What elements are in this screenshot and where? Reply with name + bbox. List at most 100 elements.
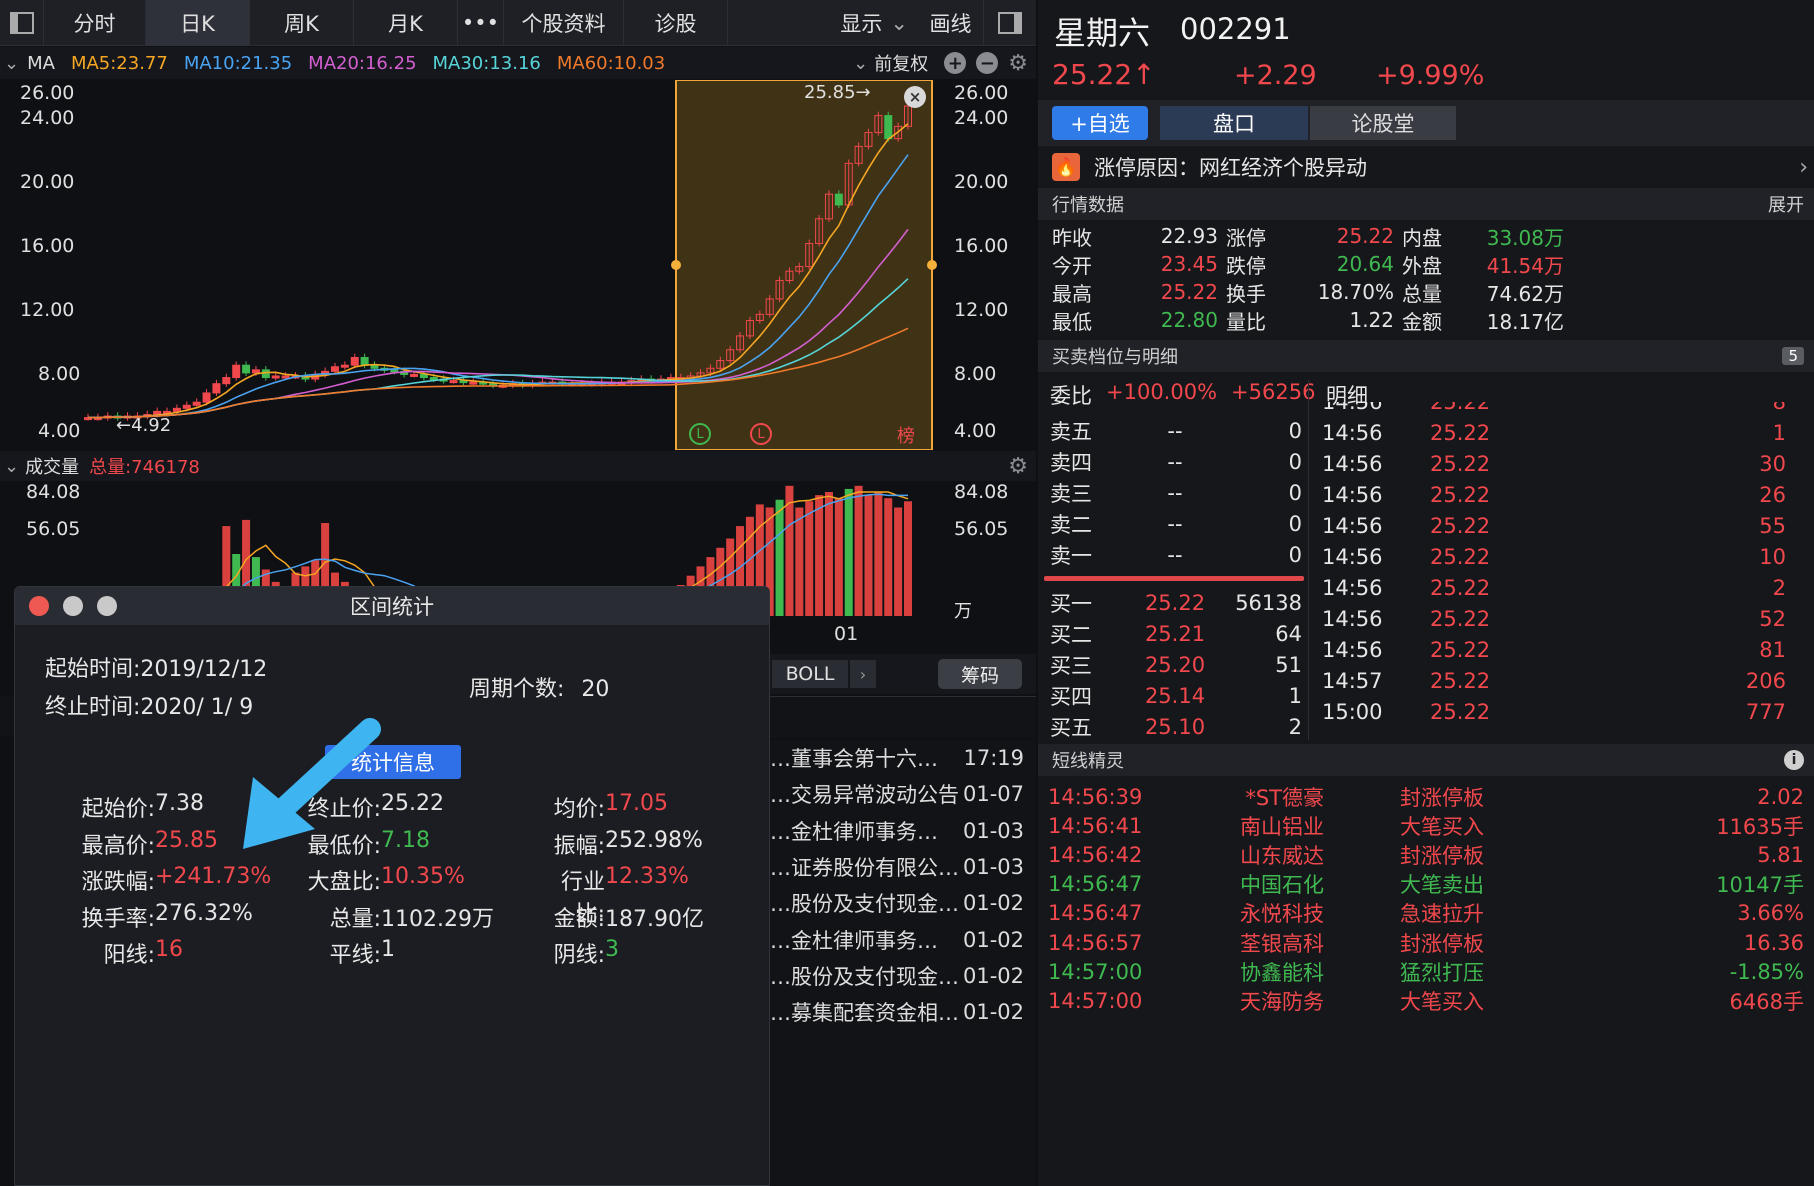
ma-title: MA <box>27 52 55 74</box>
expand-button[interactable]: 展开 <box>1768 191 1804 217</box>
tab-order-book[interactable]: 盘口 <box>1160 106 1308 140</box>
stat-label: 振幅: <box>553 833 605 859</box>
marker-l-icon[interactable]: L <box>689 423 711 445</box>
ask-row: 卖一 -- 0 <box>1038 539 1308 570</box>
zoom-in-icon[interactable]: + <box>944 52 967 74</box>
tick-volume: 55 <box>1759 513 1786 538</box>
tab-daily-k[interactable]: 日K <box>146 0 250 46</box>
collapse-icon[interactable]: ⌄ <box>4 53 19 74</box>
sprite-time: 14:57:00 <box>1048 959 1143 984</box>
end-time: 终止时间:2020/ 1/ 9 <box>45 695 254 720</box>
sprite-value: 10147手 <box>1716 873 1804 898</box>
boll-indicator-tab[interactable]: BOLL <box>772 660 848 688</box>
tab-weekly-k[interactable]: 周K <box>250 0 354 46</box>
period-count-label: 周期个数: <box>469 677 565 702</box>
panel-toggle-icon[interactable] <box>984 0 1036 46</box>
news-date: 17:19 <box>963 746 1024 771</box>
volume-settings-icon[interactable]: ⚙ <box>1008 454 1028 479</box>
dialog-titlebar[interactable]: 区间统计 <box>15 587 769 625</box>
ask-row: 卖四 -- 0 <box>1038 446 1308 477</box>
ranking-marker-icon[interactable]: 榜 <box>897 422 915 448</box>
volume-title: 成交量 <box>25 457 80 478</box>
draw-line-button[interactable]: 画线 <box>918 0 984 46</box>
chips-button[interactable]: 筹码 <box>938 659 1022 689</box>
stat-label: 均价: <box>553 797 605 822</box>
sprite-stock: 荃银高科 <box>1240 931 1324 956</box>
sprite-time: 14:56:41 <box>1048 813 1143 838</box>
kline-chart[interactable]: 26.00 24.00 20.00 16.00 12.00 8.00 4.00 … <box>0 80 1036 450</box>
stat-value: 1 <box>381 937 395 962</box>
adjust-chevron-icon[interactable]: ⌄ <box>853 53 868 74</box>
sprite-stock: 山东威达 <box>1240 843 1324 868</box>
news-item[interactable]: …金杜律师事务… 01-03 <box>770 813 1036 849</box>
sprite-row[interactable]: 14:56:42 山东威达 封涨停板 5.81 <box>1038 840 1814 869</box>
more-icon[interactable]: ••• <box>458 0 504 46</box>
adjust-label[interactable]: 前复权 <box>874 50 928 76</box>
sprite-value: 11635手 <box>1716 814 1804 839</box>
level-label: 卖五 <box>1050 419 1092 444</box>
news-tabbar <box>770 696 1036 738</box>
news-item[interactable]: …证券股份有限公… 01-03 <box>770 849 1036 885</box>
news-item[interactable]: …交易异常波动公告 01-07 <box>770 776 1036 812</box>
stat-value: 25.85 <box>155 827 218 853</box>
tick-price: 25.22 <box>1430 420 1491 445</box>
news-item[interactable]: …股份及支付现金… 01-02 <box>770 885 1036 921</box>
level-badge[interactable]: 5 <box>1782 347 1804 365</box>
chevron-right-icon: › <box>1799 154 1808 180</box>
price-tick: 24.00 <box>954 107 1009 129</box>
volume-unit: 万 <box>954 601 972 622</box>
minimize-window-button[interactable] <box>63 596 83 616</box>
tick-time: 14:56 <box>1322 575 1383 600</box>
add-watchlist-button[interactable]: +自选 <box>1052 106 1148 140</box>
tick-time: 14:56 <box>1322 637 1383 662</box>
candle-body <box>340 364 349 368</box>
sprite-row[interactable]: 14:56:47 中国石化 大笔卖出 10147手 <box>1038 870 1814 899</box>
sprite-row[interactable]: 14:56:57 荃银高科 封涨停板 16.36 <box>1038 928 1814 957</box>
price-tick: 16.00 <box>954 235 1009 257</box>
price-change: +2.29 <box>1234 60 1317 91</box>
sprite-row[interactable]: 14:56:47 永悦科技 急速拉升 3.66% <box>1038 899 1814 928</box>
tab-forum[interactable]: 论股堂 <box>1310 106 1456 140</box>
tab-stock-profile[interactable]: 个股资料 <box>504 0 624 46</box>
zoom-out-icon[interactable]: − <box>976 52 999 74</box>
sprite-row[interactable]: 14:57:00 天海防务 大笔买入 6468手 <box>1038 986 1814 1015</box>
volume-bar <box>904 501 912 616</box>
limit-reason-row[interactable]: 🔥 涨停原因：网红经济个股异动 › <box>1038 148 1814 186</box>
info-icon[interactable]: i <box>1784 750 1804 770</box>
settings-gear-icon[interactable]: ⚙ <box>1008 51 1028 76</box>
tab-fenshi[interactable]: 分时 <box>44 0 146 46</box>
marker-l-icon[interactable]: L <box>750 423 772 445</box>
left-edge-panel <box>0 696 14 736</box>
news-item[interactable]: …金杜律师事务… 01-02 <box>770 921 1036 957</box>
sprite-row[interactable]: 14:56:39 *ST德豪 封涨停板 2.02 <box>1038 782 1814 811</box>
close-window-button[interactable] <box>29 596 49 616</box>
maximize-window-button[interactable] <box>97 596 117 616</box>
quote-label: 昨收 <box>1052 225 1092 250</box>
sidebar-toggle-icon[interactable] <box>0 0 44 46</box>
level-label: 卖一 <box>1050 543 1092 568</box>
quote-value: 33.08万 <box>1486 225 1564 250</box>
sprite-row[interactable]: 14:57:00 协鑫能科 猛烈打压 -1.85% <box>1038 957 1814 986</box>
news-item[interactable]: …董事会第十六… 17:19 <box>770 740 1036 776</box>
level-price: 25.22 <box>1144 590 1206 615</box>
tab-diagnosis[interactable]: 诊股 <box>624 0 728 46</box>
range-stats-dialog: 区间统计 起始时间:2019/12/12 终止时间:2020/ 1/ 9 周期个… <box>14 586 770 1186</box>
volume-bar <box>884 498 893 616</box>
tab-monthly-k[interactable]: 月K <box>354 0 458 46</box>
divider <box>1308 380 1309 740</box>
news-date: 01-07 <box>962 782 1024 807</box>
chevron-right-icon[interactable]: › <box>850 660 876 688</box>
stat-value: 12.33% <box>605 864 689 889</box>
candle-body <box>390 369 399 373</box>
display-menu[interactable]: 显示 ⌄ <box>728 0 918 46</box>
date-tick: 01 <box>834 623 859 645</box>
stat-label: 起始价: <box>81 797 155 822</box>
stat-label: 大盘比: <box>307 870 381 895</box>
close-range-icon[interactable]: × <box>904 86 926 108</box>
news-item[interactable]: …募集配套资金相… 01-02 <box>770 994 1036 1030</box>
news-item[interactable]: …股份及支付现金… 01-02 <box>770 958 1036 994</box>
tick-row: 15:00 25.22 777 <box>1318 696 1814 727</box>
stat-value: 276.32% <box>155 900 253 926</box>
collapse-icon[interactable]: ⌄ <box>4 456 19 477</box>
sprite-row[interactable]: 14:56:41 南山铝业 大笔买入 11635手 <box>1038 811 1814 840</box>
